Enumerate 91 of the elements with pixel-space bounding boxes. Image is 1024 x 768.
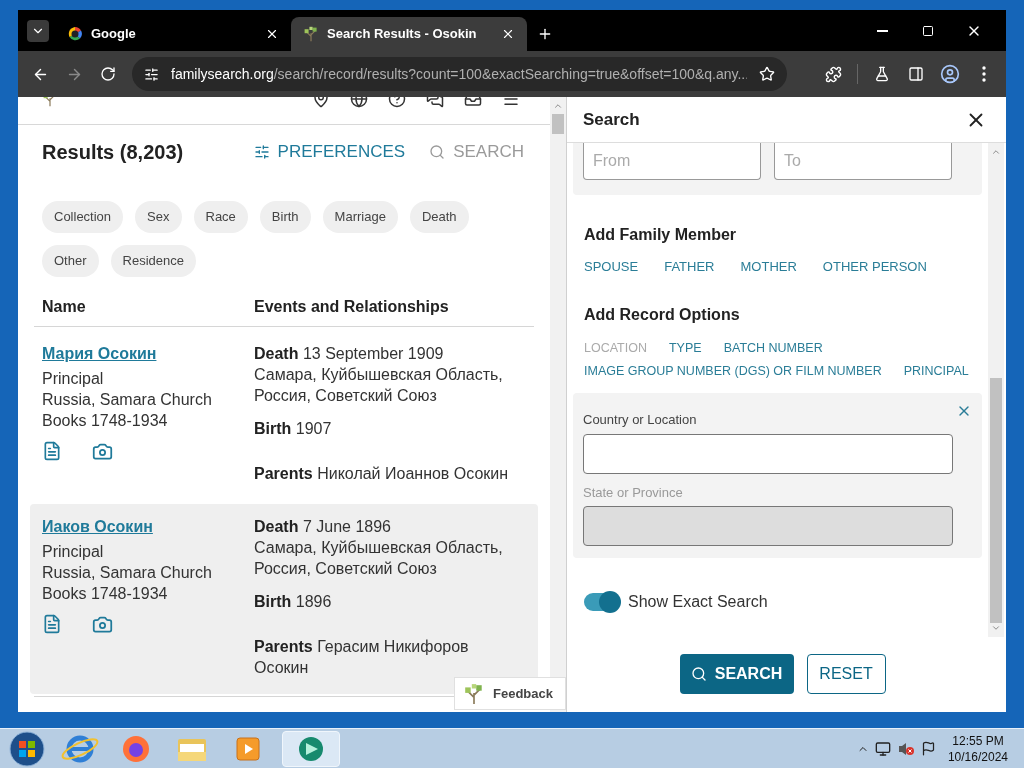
- role-text: Principal: [42, 542, 105, 562]
- record-option-link[interactable]: BATCH NUMBER: [723, 338, 823, 358]
- toggle-label: Show Exact Search: [628, 592, 768, 612]
- add-family-link[interactable]: MOTHER: [740, 257, 797, 277]
- document-icon: [42, 614, 62, 634]
- event-text: Death 7 June 1896: [254, 517, 392, 537]
- event-text: Parents Николай Иоаннов Осокин: [254, 464, 510, 484]
- camera-icon: [92, 614, 113, 635]
- field-label: Country or Location: [583, 411, 697, 429]
- column-header: Events and Relationships: [254, 296, 449, 317]
- muted-volume-icon[interactable]: [896, 740, 915, 757]
- browser-tab[interactable]: Search Results - Osokin: [291, 17, 527, 51]
- start-button[interactable]: [8, 729, 46, 768]
- url-text: familysearch.org/search/record/results?count=100&exactSearching=true&offset=100&q.any...: [171, 64, 747, 84]
- search-icon: [690, 666, 707, 682]
- search-icon: [429, 144, 446, 160]
- panel-title: Search: [583, 108, 640, 131]
- location-field[interactable]: [583, 433, 953, 474]
- date-field[interactable]: From: [583, 143, 761, 180]
- feedback-button[interactable]: Feedback: [454, 677, 566, 710]
- reset-button[interactable]: RESET: [806, 654, 886, 694]
- event-place: Самара, Куйбышевская Область, Россия, Советский Союз: [254, 538, 504, 579]
- flag-icon: [920, 741, 936, 756]
- event-text: Birth 1907: [254, 419, 333, 439]
- column-header: Name: [42, 296, 87, 317]
- section-heading: Add Record Options: [583, 304, 741, 325]
- taskbar-app-button[interactable]: [282, 730, 340, 767]
- close-icon: [265, 27, 279, 41]
- search-submit-button[interactable]: SEARCH: [679, 654, 794, 694]
- add-family-link[interactable]: SPOUSE: [584, 257, 639, 277]
- add-family-link[interactable]: FATHER: [664, 257, 715, 277]
- scroll-up-icon: [991, 147, 1001, 157]
- tree-icon: [463, 681, 485, 706]
- bookmark-star-icon: [759, 66, 775, 82]
- record-option-link[interactable]: IMAGE GROUP NUMBER (DGS) OR FILM NUMBER: [584, 362, 882, 381]
- network-icon: [874, 740, 891, 757]
- maximize-icon: [922, 25, 934, 37]
- role-text: Principal: [42, 369, 105, 389]
- collection-text: Russia, Samara Church Books 1748-1934: [42, 563, 213, 604]
- scroll-up-icon: [553, 101, 563, 111]
- plus-icon: [537, 26, 553, 42]
- reload-icon: [100, 66, 116, 82]
- scrollbar[interactable]: [988, 143, 1004, 637]
- filter-chip[interactable]: Other: [42, 245, 99, 277]
- browser-tab[interactable]: Google: [55, 17, 291, 51]
- filter-chip[interactable]: Death: [409, 201, 469, 233]
- puzzle-icon: [824, 65, 842, 83]
- collection-text: Russia, Samara Church Books 1748-1934: [42, 390, 213, 431]
- tab-title: Google: [91, 25, 137, 44]
- filter-chip[interactable]: Collection: [42, 201, 124, 233]
- flask-icon: [874, 66, 890, 82]
- event-text: Parents Герасим Никифоров Осокин: [254, 637, 470, 678]
- filter-chip[interactable]: Sex: [135, 201, 182, 233]
- preferences-button[interactable]: PREFERENCES: [253, 139, 406, 165]
- add-family-link[interactable]: OTHER PERSON: [822, 257, 927, 277]
- exact-search-toggle[interactable]: [584, 593, 620, 611]
- filter-chip[interactable]: Marriage: [322, 201, 398, 233]
- scroll-down-icon: [991, 623, 1001, 633]
- close-icon: [501, 27, 515, 41]
- clock-date: 10/16/2024: [947, 748, 1008, 765]
- clock-time: 12:55 PM: [952, 732, 1004, 749]
- record-option-link[interactable]: PRINCIPAL: [903, 362, 969, 381]
- scrollbar-thumb[interactable]: [552, 114, 564, 134]
- sliders-icon: [253, 144, 270, 160]
- scrollbar-thumb[interactable]: [990, 378, 1002, 623]
- filter-chip[interactable]: Residence: [110, 245, 196, 277]
- event-text: Death 13 September 1909: [254, 344, 445, 364]
- site-settings-icon: [144, 66, 159, 82]
- filter-chip[interactable]: Race: [193, 201, 248, 233]
- event-place: Самара, Куйбышевская Область, Россия, Советский Союз: [254, 365, 504, 406]
- record-option-link[interactable]: TYPE: [669, 338, 702, 358]
- avatar-icon: [940, 64, 960, 84]
- field-label: State or Province: [583, 483, 683, 502]
- tab-title: Search Results - Osokin: [327, 25, 478, 44]
- document-icon: [42, 441, 62, 461]
- tab-list-button[interactable]: [27, 20, 49, 42]
- date-field[interactable]: To: [774, 143, 952, 180]
- person-name-link[interactable]: Мария Осокин: [42, 343, 254, 364]
- section-heading: Add Family Member: [583, 225, 738, 245]
- address-bar[interactable]: familysearch.org/search/record/results?count=100&exactSearching=true&offset=100&q.any...: [132, 57, 787, 91]
- more-icon: [982, 66, 986, 82]
- event-text: Birth 1896: [254, 592, 333, 612]
- side-panel-icon: [908, 66, 924, 82]
- person-name-link[interactable]: Иаков Осокин: [42, 516, 254, 537]
- camera-icon: [92, 441, 113, 462]
- minimize-icon: [876, 30, 888, 32]
- filter-chip[interactable]: Birth: [259, 201, 311, 233]
- google-icon: [67, 26, 83, 42]
- tree-icon: [303, 26, 319, 42]
- app-icon: [297, 734, 325, 763]
- results-title: Results (8,203): [42, 140, 185, 165]
